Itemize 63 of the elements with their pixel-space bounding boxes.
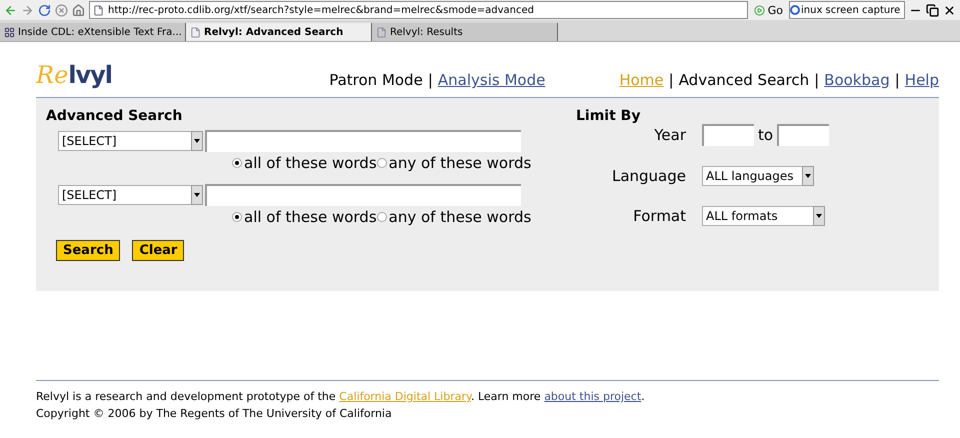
mode-link[interactable]: Analysis Mode: [438, 71, 546, 89]
play-icon: [754, 4, 765, 16]
search-field[interactable]: inux screen capture: [789, 1, 905, 19]
format-label: Format: [632, 207, 686, 225]
dropdown-icon: [802, 166, 814, 186]
home-icon[interactable]: [72, 4, 85, 16]
footer-text: Copyright © 2006 by The Regents of The University of California: [36, 407, 392, 420]
footer-text: . Learn more: [470, 390, 542, 403]
separator: |: [428, 71, 433, 89]
section-heading: Limit By: [576, 108, 642, 124]
close-icon[interactable]: [943, 4, 956, 16]
stop-icon[interactable]: [55, 4, 68, 16]
nav-link[interactable]: Help: [904, 71, 939, 89]
format-select[interactable]: ALL formats: [702, 206, 825, 226]
mode-text: Patron Mode: [329, 71, 423, 89]
radio-icon[interactable]: [232, 158, 242, 168]
address-field[interactable]: http://rec-proto.cdlib.org/xtf/search?style=melrec&brand=melrec&smode=advanced: [89, 1, 748, 19]
radio-option[interactable]: all of these words: [232, 154, 377, 172]
language-select[interactable]: ALL languages: [702, 166, 814, 186]
separator: |: [894, 71, 900, 89]
page-icon: [93, 4, 104, 16]
restore-icon[interactable]: [926, 4, 939, 16]
nav-text: Advanced Search: [678, 71, 810, 89]
radio-icon[interactable]: [376, 212, 387, 222]
separator: |: [814, 71, 820, 89]
logo[interactable]: Relvyl: [36, 61, 112, 89]
page-icon: [190, 26, 201, 38]
go-button[interactable]: Go: [752, 4, 785, 16]
dropdown-icon: [191, 131, 203, 151]
year-to-input[interactable]: [777, 124, 830, 146]
footer-text: .: [641, 390, 645, 403]
forward-icon[interactable]: [21, 4, 34, 16]
footer-text: Relvyl is a research and development prototype of the: [36, 390, 337, 403]
separator: |: [668, 71, 674, 89]
site-icon: [4, 26, 15, 38]
field-select[interactable]: [SELECT]: [58, 131, 203, 151]
radio-option[interactable]: any of these words: [376, 208, 532, 226]
browser-tab[interactable]: Inside CDL: eXtensible Text Fra...: [0, 23, 186, 41]
dropdown-icon: [191, 185, 203, 205]
year-label: Year: [653, 126, 686, 144]
radio-icon[interactable]: [376, 158, 387, 168]
to-label: to: [758, 126, 774, 144]
url-text: http://rec-proto.cdlib.org/xtf/search?style=melrec&brand=melrec&smode=advanced: [108, 4, 534, 16]
search-input[interactable]: [205, 130, 521, 152]
browser-tab[interactable]: Relvyl: Results: [372, 23, 558, 41]
field-select[interactable]: [SELECT]: [58, 185, 203, 205]
browser-tab[interactable]: Relvyl: Advanced Search: [186, 23, 372, 41]
search-engine-icon: [790, 4, 800, 16]
section-heading: Advanced Search: [46, 108, 184, 124]
search-input[interactable]: [205, 184, 521, 206]
clear-button[interactable]: Clear: [132, 240, 184, 261]
language-label: Language: [610, 167, 686, 185]
back-icon[interactable]: [4, 4, 17, 16]
radio-option[interactable]: any of these words: [376, 154, 532, 172]
reload-icon[interactable]: [38, 4, 51, 16]
page-icon: [376, 26, 387, 38]
dropdown-icon: [813, 206, 825, 226]
footer-link[interactable]: about this project: [544, 390, 642, 403]
search-button[interactable]: Search: [56, 240, 120, 261]
year-from-input[interactable]: [702, 124, 754, 146]
radio-option[interactable]: all of these words: [232, 208, 377, 226]
nav-link[interactable]: Bookbag: [824, 71, 890, 89]
radio-icon[interactable]: [232, 212, 242, 222]
